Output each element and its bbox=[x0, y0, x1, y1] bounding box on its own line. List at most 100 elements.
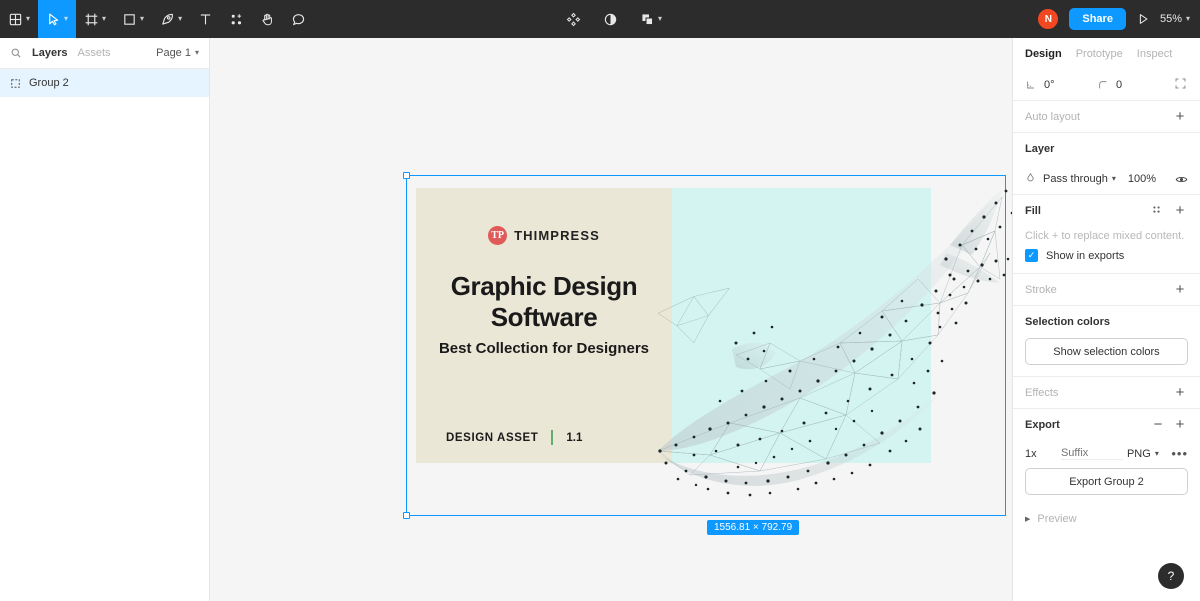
ellipsis-icon[interactable]: ••• bbox=[1171, 446, 1188, 461]
add-export-button[interactable]: + bbox=[1172, 417, 1188, 432]
artwork-footer-version: 1.1 bbox=[566, 432, 582, 444]
export-section-label: Export bbox=[1025, 419, 1060, 431]
show-in-exports-checkbox[interactable]: ✓ bbox=[1025, 249, 1038, 262]
export-scale-value[interactable]: 1x bbox=[1025, 448, 1057, 460]
blend-mode-icon bbox=[1025, 172, 1036, 186]
selection-colors-header: Selection colors bbox=[1013, 306, 1200, 337]
remove-export-button[interactable]: − bbox=[1150, 417, 1166, 432]
hand-tool-button[interactable] bbox=[252, 0, 283, 38]
style-grid-icon[interactable] bbox=[1148, 203, 1164, 218]
transform-row: 0° 0 bbox=[1013, 69, 1200, 100]
shape-tool-button[interactable]: ▾ bbox=[114, 0, 152, 38]
eye-icon[interactable] bbox=[1175, 173, 1188, 186]
toolbar-tools: ▾ ▾ ▾ ▾ bbox=[0, 0, 314, 38]
blend-mode-selector[interactable]: Pass through ▾ bbox=[1043, 173, 1116, 185]
export-section-header: Export − + bbox=[1013, 409, 1200, 440]
independent-corners-icon[interactable] bbox=[1172, 77, 1188, 93]
export-preview-label: Preview bbox=[1037, 513, 1076, 525]
artwork-subtitle: Best Collection for Designers bbox=[439, 340, 649, 357]
left-sidebar: Layers Assets Page 1 ▾ Group 2 bbox=[0, 38, 210, 601]
tab-prototype[interactable]: Prototype bbox=[1076, 48, 1123, 60]
resources-button[interactable] bbox=[221, 0, 252, 38]
pen-tool-button[interactable]: ▾ bbox=[152, 0, 190, 38]
share-button[interactable]: Share bbox=[1069, 8, 1126, 30]
show-in-exports-label: Show in exports bbox=[1046, 250, 1124, 262]
thimpress-logo-icon: TP bbox=[488, 226, 507, 245]
chevron-down-icon: ▾ bbox=[1186, 15, 1190, 23]
selection-handle-top-left[interactable] bbox=[403, 172, 410, 179]
tab-design[interactable]: Design bbox=[1025, 48, 1062, 60]
search-icon[interactable] bbox=[10, 47, 22, 59]
artboard[interactable]: TP THIMPRESS Graphic Design Software Bes… bbox=[416, 188, 931, 463]
show-in-exports-row: ✓ Show in exports bbox=[1013, 249, 1200, 273]
chevron-down-icon: ▾ bbox=[102, 15, 106, 23]
add-stroke-button[interactable]: + bbox=[1172, 282, 1188, 297]
tab-inspect[interactable]: Inspect bbox=[1137, 48, 1172, 60]
show-selection-colors-button[interactable]: Show selection colors bbox=[1025, 338, 1188, 365]
tab-assets[interactable]: Assets bbox=[77, 47, 110, 59]
toolbar-center-tools: ▾ bbox=[558, 0, 670, 38]
add-auto-layout-button[interactable]: + bbox=[1172, 109, 1188, 124]
zoom-level-selector[interactable]: 55% ▾ bbox=[1160, 13, 1190, 25]
export-format-selector[interactable]: PNG ▾ bbox=[1127, 448, 1167, 460]
group-icon bbox=[10, 78, 21, 89]
top-toolbar: ▾ ▾ ▾ ▾ bbox=[0, 0, 1200, 38]
design-canvas[interactable]: TP THIMPRESS Graphic Design Software Bes… bbox=[210, 38, 1012, 601]
comment-tool-button[interactable] bbox=[283, 0, 314, 38]
components-button[interactable] bbox=[558, 0, 589, 38]
brand-name: THIMPRESS bbox=[514, 228, 600, 243]
export-suffix-input[interactable] bbox=[1061, 447, 1123, 460]
artwork-title-line-2: Software bbox=[451, 302, 638, 333]
present-play-icon[interactable] bbox=[1136, 12, 1150, 26]
artwork-footer-label: DESIGN ASSET bbox=[446, 432, 538, 444]
layer-section-label: Layer bbox=[1025, 143, 1054, 155]
brand-logo: TP THIMPRESS bbox=[488, 226, 600, 245]
boolean-groups-button[interactable]: ▾ bbox=[632, 0, 670, 38]
page-selector-label: Page 1 bbox=[156, 47, 191, 59]
selection-handle-bottom-left[interactable] bbox=[403, 512, 410, 519]
artwork-title-line-1: Graphic Design bbox=[451, 271, 638, 302]
chevron-down-icon: ▾ bbox=[1155, 450, 1159, 458]
add-effect-button[interactable]: + bbox=[1172, 385, 1188, 400]
effects-section-label: Effects bbox=[1025, 387, 1058, 399]
fill-section-header: Fill + bbox=[1013, 195, 1200, 226]
chevron-down-icon: ▾ bbox=[658, 15, 662, 23]
selection-dimension-badge: 1556.81 × 792.79 bbox=[707, 520, 799, 535]
right-sidebar: Design Prototype Inspect 0° 0 bbox=[1012, 38, 1200, 601]
text-tool-button[interactable] bbox=[190, 0, 221, 38]
export-preview-toggle[interactable]: ▶ Preview bbox=[1013, 506, 1200, 532]
main-menu-button[interactable]: ▾ bbox=[0, 0, 38, 38]
frame-tool-button[interactable]: ▾ bbox=[76, 0, 114, 38]
fill-section-label: Fill bbox=[1025, 205, 1041, 217]
triangle-right-icon: ▶ bbox=[1025, 515, 1030, 523]
artboard-left-panel: TP THIMPRESS Graphic Design Software Bes… bbox=[416, 188, 672, 463]
page-selector[interactable]: Page 1 ▾ bbox=[156, 47, 199, 59]
opacity-value[interactable]: 100% bbox=[1128, 173, 1156, 185]
chevron-down-icon: ▾ bbox=[178, 15, 182, 23]
corner-radius-field[interactable]: 0 bbox=[1097, 79, 1169, 91]
avatar[interactable]: N bbox=[1037, 8, 1059, 30]
blend-mode-value: Pass through bbox=[1043, 173, 1108, 185]
export-group-button[interactable]: Export Group 2 bbox=[1025, 468, 1188, 495]
selection-colors-label: Selection colors bbox=[1025, 316, 1110, 328]
stroke-section-label: Stroke bbox=[1025, 284, 1057, 296]
move-tool-button[interactable]: ▾ bbox=[38, 0, 76, 38]
divider bbox=[551, 430, 553, 445]
layer-item-label: Group 2 bbox=[29, 77, 69, 89]
auto-layout-label: Auto layout bbox=[1025, 111, 1080, 123]
rotation-field[interactable]: 0° bbox=[1025, 79, 1097, 91]
chevron-down-icon: ▾ bbox=[140, 15, 144, 23]
export-settings-row: 1x PNG ▾ ••• bbox=[1013, 440, 1200, 467]
auto-layout-section: Auto layout + bbox=[1013, 101, 1200, 132]
zoom-level-value: 55% bbox=[1160, 13, 1182, 25]
artwork-footer: DESIGN ASSET 1.1 bbox=[446, 430, 582, 445]
artboard-right-panel bbox=[672, 188, 931, 463]
tab-layers[interactable]: Layers bbox=[32, 47, 67, 59]
help-button[interactable]: ? bbox=[1158, 563, 1184, 589]
layer-item-group-2[interactable]: Group 2 bbox=[0, 69, 209, 97]
rotation-value: 0° bbox=[1044, 79, 1055, 91]
mask-button[interactable] bbox=[595, 0, 626, 38]
corner-radius-value: 0 bbox=[1116, 79, 1122, 91]
add-fill-button[interactable]: + bbox=[1172, 203, 1188, 218]
toolbar-right-controls: N Share 55% ▾ bbox=[1037, 8, 1190, 30]
